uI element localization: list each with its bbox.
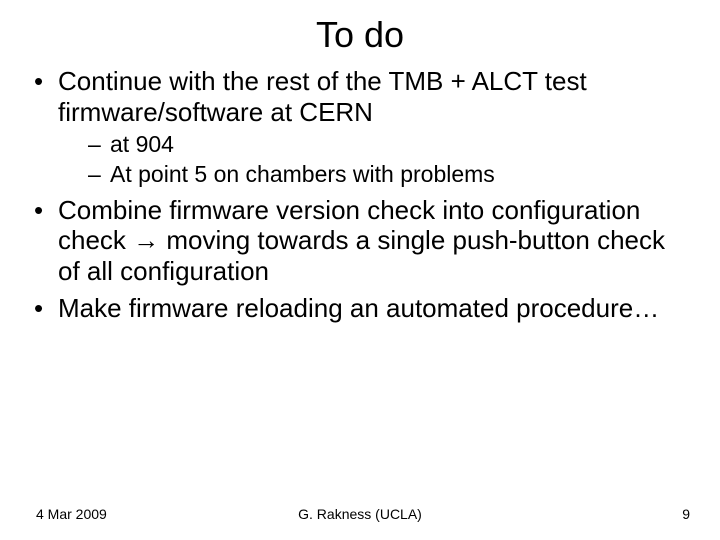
slide: To do Continue with the rest of the TMB … (0, 0, 720, 540)
slide-body: Continue with the rest of the TMB + ALCT… (0, 66, 720, 323)
footer-author: G. Rakness (UCLA) (0, 506, 720, 522)
sub-bullet-item-2: At point 5 on chambers with problems (58, 161, 690, 189)
bullet-item-3: Make firmware reloading an automated pro… (30, 293, 690, 324)
bullet-text: Continue with the rest of the TMB + ALCT… (58, 66, 587, 127)
arrow-icon: → (133, 225, 159, 255)
sub-bullet-item-1: at 904 (58, 131, 690, 159)
slide-title: To do (0, 0, 720, 66)
sub-bullet-text: at 904 (110, 131, 174, 157)
bullet-item-1: Continue with the rest of the TMB + ALCT… (30, 66, 690, 189)
footer-page-number: 9 (682, 506, 690, 522)
bullet-item-2: Combine firmware version check into conf… (30, 195, 690, 287)
bullet-list: Continue with the rest of the TMB + ALCT… (30, 66, 690, 323)
sub-bullet-list: at 904 At point 5 on chambers with probl… (58, 131, 690, 188)
bullet-text: Make firmware reloading an automated pro… (58, 293, 659, 323)
sub-bullet-text: At point 5 on chambers with problems (110, 161, 495, 187)
